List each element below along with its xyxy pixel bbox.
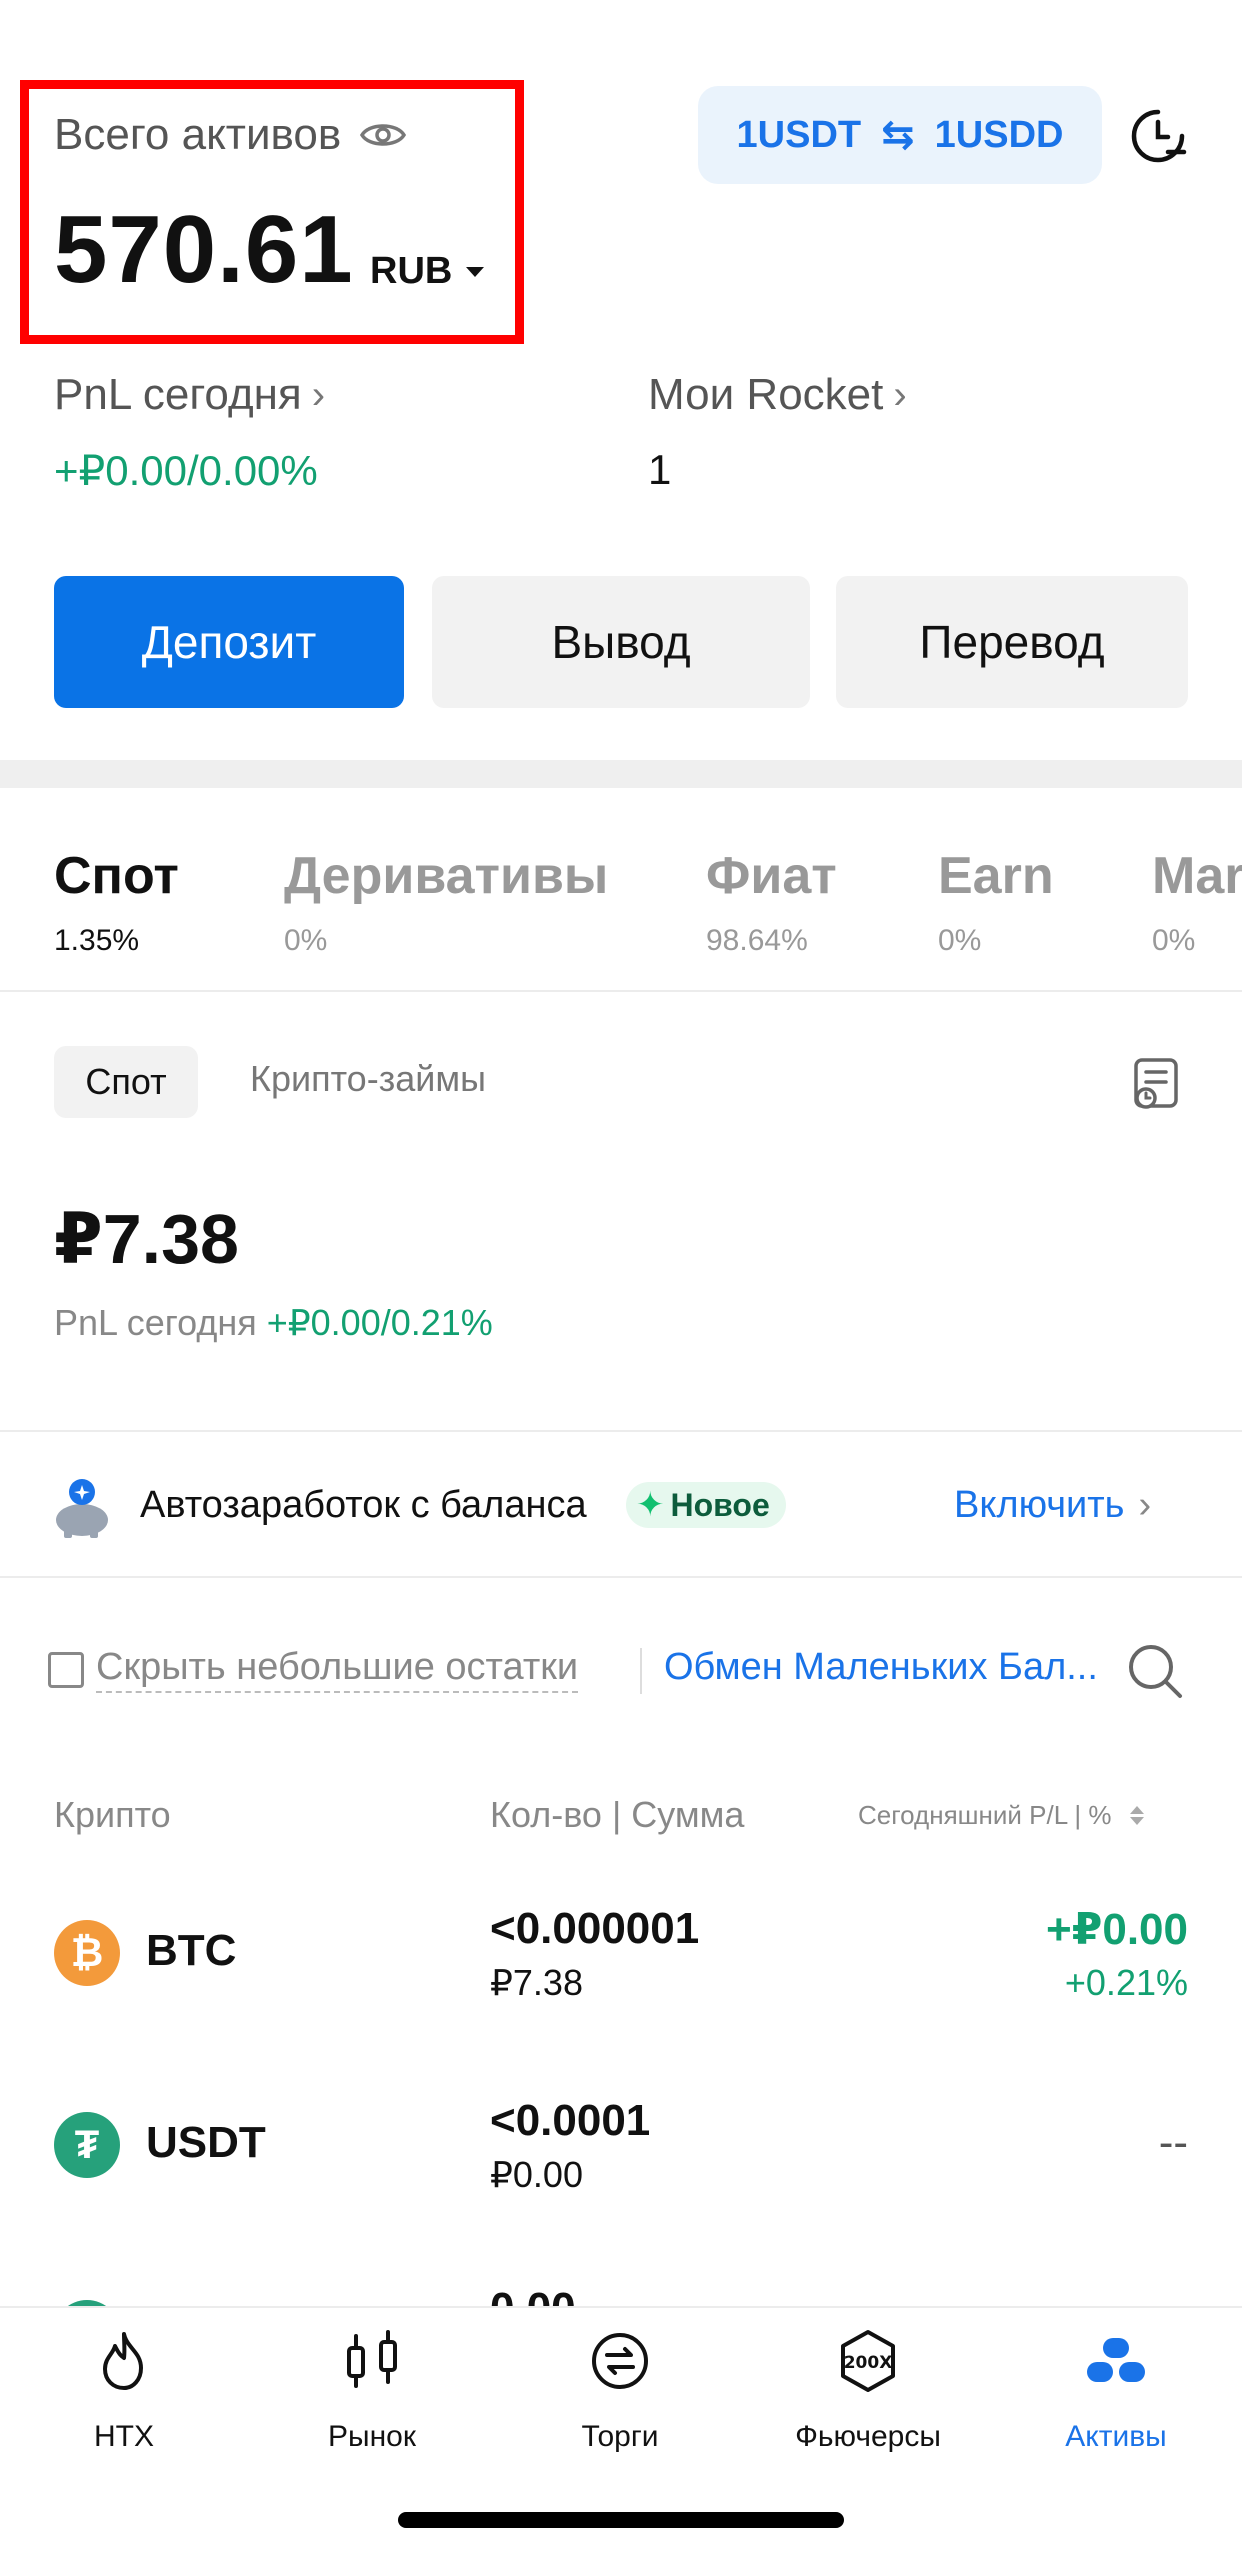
auto-earn-banner[interactable]: Автозаработок с баланса ✦ Новое Включить… — [0, 1430, 1242, 1578]
tab-margin[interactable]: Mar 0% — [1152, 846, 1242, 958]
chevron-right-icon: › — [893, 372, 907, 417]
divider — [0, 990, 1242, 992]
tab-spot[interactable]: Спот 1.35% — [54, 846, 179, 958]
spot-pnl-label: PnL сегодня — [54, 1302, 257, 1343]
nav-htx[interactable]: HTX — [0, 2328, 248, 2454]
column-today-pl[interactable]: Сегодняшний P/L | % — [858, 1800, 1144, 1831]
pnl-today-label: PnL сегодня — [54, 370, 302, 419]
nav-market-label: Рынок — [328, 2420, 416, 2453]
my-rocket-label: Мои Rocket — [648, 370, 884, 419]
exchange-circle-icon — [592, 2333, 648, 2389]
tab-spot-label: Спот — [54, 847, 179, 905]
coin-pl-pct: +0.21% — [1064, 1962, 1188, 2003]
section-separator — [0, 760, 1242, 788]
my-rocket-value: 1 — [648, 446, 672, 493]
tab-earn[interactable]: Earn 0% — [938, 846, 1054, 958]
usdt-icon: ₮ — [54, 2112, 120, 2178]
spot-pnl-row: PnL сегодня +₽0.00/0.21% — [54, 1302, 493, 1344]
subtab-spot[interactable]: Спот — [54, 1046, 198, 1118]
hide-small-balances-label[interactable]: Скрыть небольшие остатки — [96, 1646, 579, 1693]
total-assets-label-row: Всего активов — [54, 110, 407, 160]
usdt-usdd-swap-button[interactable]: 1USDT ⇆ 1USDD — [698, 86, 1102, 184]
chevron-right-icon: › — [1138, 1484, 1152, 1526]
tab-spot-pct: 1.35% — [54, 924, 140, 957]
svg-text:200X: 200X — [844, 2353, 893, 2373]
nav-trade-label: Торги — [581, 2420, 659, 2453]
coin-quantity: <0.0001 — [490, 2096, 651, 2145]
subtab-crypto-loans[interactable]: Крипто-займы — [250, 1058, 486, 1100]
nav-assets-label: Активы — [1065, 2420, 1167, 2453]
coin-name: USDT — [146, 2118, 266, 2167]
tab-derivatives-label: Деривативы — [284, 847, 609, 905]
tab-margin-pct: 0% — [1152, 924, 1196, 957]
chevron-right-icon: › — [311, 372, 326, 417]
tab-derivatives[interactable]: Деривативы 0% — [284, 846, 608, 958]
btc-icon: ₿ — [54, 1920, 120, 1986]
caret-down-icon — [466, 266, 485, 277]
nav-assets[interactable]: Активы — [992, 2328, 1240, 2454]
nav-trade[interactable]: Торги — [496, 2328, 744, 2454]
new-badge-label: Новое — [670, 1486, 770, 1523]
swap-right-label: 1USDD — [934, 113, 1064, 156]
coin-quantity: <0.000001 — [490, 1904, 700, 1953]
sort-icon — [1129, 1806, 1144, 1825]
records-icon[interactable] — [1128, 1056, 1184, 1112]
tab-fiat-label: Фиат — [706, 847, 837, 905]
search-icon[interactable] — [1124, 1640, 1186, 1702]
transfer-button[interactable]: Перевод — [836, 576, 1188, 708]
column-crypto: Крипто — [54, 1794, 171, 1835]
currency-selector[interactable]: RUB — [370, 250, 485, 293]
tab-earn-label: Earn — [938, 847, 1054, 905]
pnl-today-value: +₽0.00/0.00% — [54, 447, 318, 494]
spot-balance: ₽7.38 — [54, 1200, 239, 1278]
tab-fiat-pct: 98.64% — [706, 924, 808, 957]
my-rocket-link[interactable]: Мои Rocket › — [648, 370, 907, 420]
spot-pnl-value: +₽0.00/0.21% — [266, 1302, 493, 1343]
coin-name: BTC — [146, 1926, 237, 1975]
withdraw-button[interactable]: Вывод — [432, 576, 810, 708]
deposit-button[interactable]: Депозит — [54, 576, 404, 708]
tab-earn-pct: 0% — [938, 924, 982, 957]
enable-label: Включить — [954, 1484, 1125, 1526]
swap-arrows-icon: ⇆ — [881, 113, 915, 157]
candlestick-icon — [347, 2330, 397, 2388]
total-assets-label: Всего активов — [54, 110, 342, 159]
flame-icon — [103, 2332, 143, 2390]
nav-futures-label: Фьючерсы — [795, 2420, 941, 2453]
swap-left-label: 1USDT — [736, 113, 862, 156]
tab-fiat[interactable]: Фиат 98.64% — [706, 846, 837, 958]
currency-label: RUB — [370, 250, 453, 292]
enable-auto-earn-link[interactable]: Включить › — [954, 1484, 1151, 1527]
assets-coins-icon — [1087, 2338, 1145, 2382]
coin-sum: ₽7.38 — [490, 1962, 583, 2003]
piggy-bank-icon — [56, 1479, 108, 1538]
assets-page: Всего активов 570.61 RUB 1USDT ⇆ 1USDD P… — [0, 0, 1242, 2556]
nav-htx-label: HTX — [94, 2420, 154, 2453]
total-assets-value: 570.61 — [54, 196, 354, 303]
home-indicator — [398, 2512, 844, 2528]
nav-futures[interactable]: 200X Фьючерсы — [744, 2328, 992, 2454]
card-top — [0, 788, 1242, 828]
eye-icon[interactable] — [359, 119, 407, 151]
nav-market[interactable]: Рынок — [248, 2328, 496, 2454]
column-amount: Кол-во | Сумма — [490, 1794, 745, 1835]
tab-margin-label: Mar — [1152, 847, 1242, 905]
hide-small-balances-checkbox[interactable] — [48, 1652, 84, 1688]
coin-pl: -- — [1158, 2118, 1188, 2167]
sparkle-icon: ✦ — [636, 1486, 665, 1524]
column-today-pl-label: Сегодняшний P/L | % — [858, 1800, 1112, 1830]
tab-derivatives-pct: 0% — [284, 924, 328, 957]
vertical-divider — [640, 1648, 642, 1694]
pnl-today-link[interactable]: PnL сегодня › — [54, 370, 325, 420]
coin-sum: ₽0.00 — [490, 2154, 583, 2195]
history-icon[interactable] — [1128, 106, 1188, 166]
new-badge: ✦ Новое — [626, 1482, 786, 1528]
coin-pl: +₽0.00 — [1046, 1905, 1188, 1954]
futures-200x-icon: 200X — [841, 2330, 895, 2392]
exchange-small-balances-link[interactable]: Обмен Маленьких Бал... — [664, 1646, 1098, 1689]
auto-earn-text: Автозаработок с баланса — [140, 1484, 587, 1526]
